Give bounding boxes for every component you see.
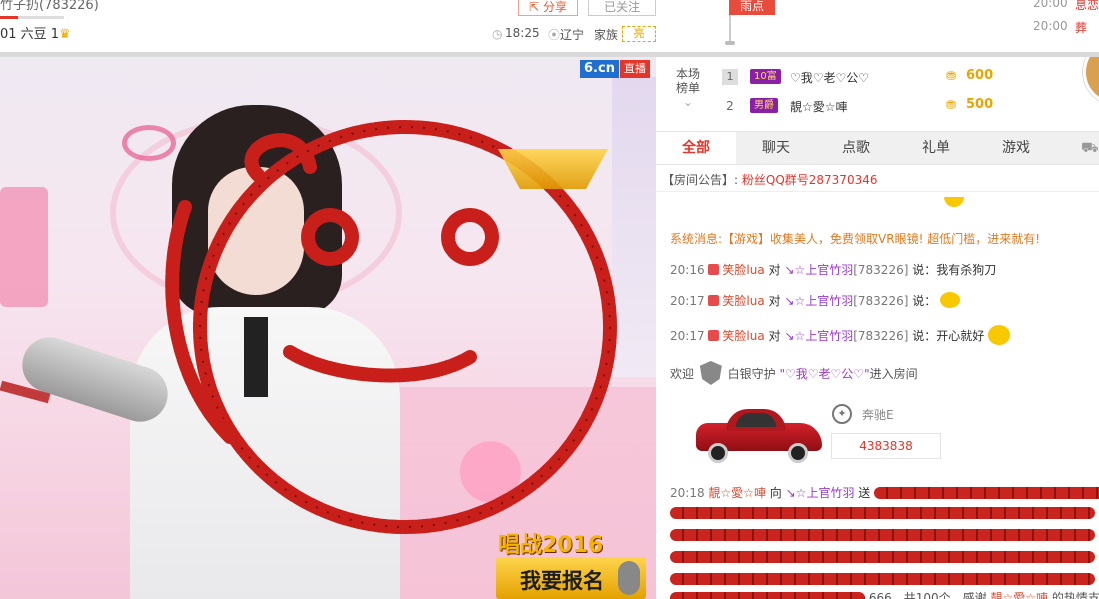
- schedule-time-1: 20:00: [1033, 0, 1068, 10]
- location-icon: ⦿: [548, 28, 561, 42]
- rank-number: 2: [726, 99, 734, 113]
- user-level-icon: [708, 295, 720, 306]
- gift-cake-row: [670, 572, 1095, 586]
- ranking-row[interactable]: 2 男爵 靚☆愛☆唓 ⛃ 500: [718, 96, 1088, 118]
- tab-chat[interactable]: 聊天: [736, 132, 816, 164]
- brand-logo: 6.cn: [580, 60, 619, 78]
- anchor-name: 竹子扔(783226): [0, 0, 99, 13]
- share-icon: ⇱: [529, 0, 540, 14]
- laugh-emoji-icon: [988, 325, 1011, 345]
- gift-smiley-overlay: [165, 120, 617, 534]
- user-level-icon: [708, 264, 720, 275]
- rank-name: ♡我♡老♡公♡: [790, 71, 870, 85]
- live-time: 18:25: [505, 26, 540, 40]
- benz-logo-icon: ✦: [832, 404, 852, 424]
- signup-button[interactable]: 我要报名: [496, 557, 646, 599]
- live-video[interactable]: 6.cn 直播 唱战2016 我要报名: [0, 57, 656, 599]
- ranking-row[interactable]: 1 10富 ♡我♡老♡公♡ ⛃ 600: [718, 67, 1088, 89]
- tab-gifts[interactable]: 礼单: [896, 132, 976, 164]
- gift-cake-icons: [670, 592, 865, 599]
- family-badge[interactable]: 亮: [622, 26, 656, 42]
- rank-score: 600: [966, 68, 994, 83]
- level-progress: [0, 16, 64, 19]
- gift-message: 20:18 靚☆愛☆唓 向 ↘☆上官竹羽 送: [670, 484, 1099, 501]
- coin-icon: ⛃: [946, 98, 957, 112]
- crown-icon: ♛: [59, 27, 71, 42]
- schedule-item-2[interactable]: 葬: [1075, 19, 1087, 36]
- rank-score: 500: [966, 97, 994, 112]
- gift-cake-row: [670, 528, 1095, 542]
- ranking-title[interactable]: 本场榜单 ⌄: [672, 67, 704, 109]
- welcome-message: 欢迎 白银守护 "♡我♡老♡公♡"进入房间: [670, 361, 918, 385]
- tab-games[interactable]: 游戏: [976, 132, 1056, 164]
- clock-icon: ◷: [492, 27, 503, 41]
- notice-divider: [656, 191, 1099, 192]
- location: 辽宁: [560, 28, 585, 42]
- user-level-icon: [708, 330, 720, 341]
- microphone-icon: [618, 561, 640, 595]
- car-icon[interactable]: ⛟: [1081, 140, 1099, 158]
- gift-cake-row: [670, 550, 1095, 564]
- car-brand: 奔驰E: [862, 408, 894, 422]
- system-message: 系统消息:【游戏】收集美人，免费领取VR眼镜! 超低门槛，进来就有!: [670, 232, 1041, 246]
- tab-all[interactable]: 全部: [656, 132, 736, 164]
- gift-cake-icons: [874, 487, 1099, 499]
- rank-number: 1: [722, 69, 738, 85]
- room-notice: 【房间公告】: 粉丝QQ群号287370346: [662, 173, 878, 187]
- gift-cake-row: [670, 506, 1095, 520]
- chat-message: 20:17 笑脸lua 对 ↘☆上官竹羽[783226] 说：: [670, 292, 961, 309]
- gift-message-tail: 666，共100个，感谢 靚☆愛☆唓 的热情支: [670, 589, 1099, 599]
- wealth-badge: 10富: [750, 69, 781, 84]
- car-plate: 4383838: [831, 433, 941, 459]
- live-label: 直播: [620, 60, 650, 78]
- sweat-emoji-icon: [940, 292, 961, 308]
- follow-button[interactable]: 已关注: [588, 0, 656, 16]
- noble-badge: 男爵: [750, 98, 778, 113]
- family-label: 家族: [594, 28, 619, 42]
- tab-song[interactable]: 点歌: [816, 132, 896, 164]
- forecast-flag[interactable]: 雨点: [729, 0, 775, 15]
- room-header: 竹子扔(783226) 01 六豆 1♛ ⇱ 分享 已关注 ◷ 18:25 ⦿ …: [0, 0, 1099, 53]
- coin-icon: ⛃: [946, 69, 957, 83]
- chevron-down-icon: ⌄: [682, 95, 694, 109]
- share-button[interactable]: ⇱ 分享: [518, 0, 578, 16]
- forecast-dot: [725, 41, 735, 45]
- emoji-icon: [944, 197, 964, 207]
- promo-title: 唱战2016: [498, 533, 604, 558]
- schedule-time-2: 20:00: [1033, 19, 1068, 33]
- schedule-item-1[interactable]: 息恋: [1075, 0, 1099, 13]
- chat-message: 20:17 笑脸lua 对 ↘☆上官竹羽[783226] 说：开心就好: [670, 325, 1011, 345]
- rank-name: 靚☆愛☆唓: [790, 100, 848, 114]
- level-text: 01 六豆 1♛: [0, 27, 71, 42]
- car-image: [696, 403, 822, 463]
- chat-tabs: 全部 聊天 点歌 礼单 游戏 ⛟: [656, 131, 1099, 165]
- guard-shield-icon: [699, 361, 722, 385]
- chat-message: 20:16 笑脸lua 对 ↘☆上官竹羽[783226] 说：我有杀狗刀: [670, 263, 997, 277]
- side-panel: 本场榜单 ⌄ 1 10富 ♡我♡老♡公♡ ⛃ 600 2 男爵 靚☆愛☆唓 ⛃ 5…: [656, 57, 1099, 599]
